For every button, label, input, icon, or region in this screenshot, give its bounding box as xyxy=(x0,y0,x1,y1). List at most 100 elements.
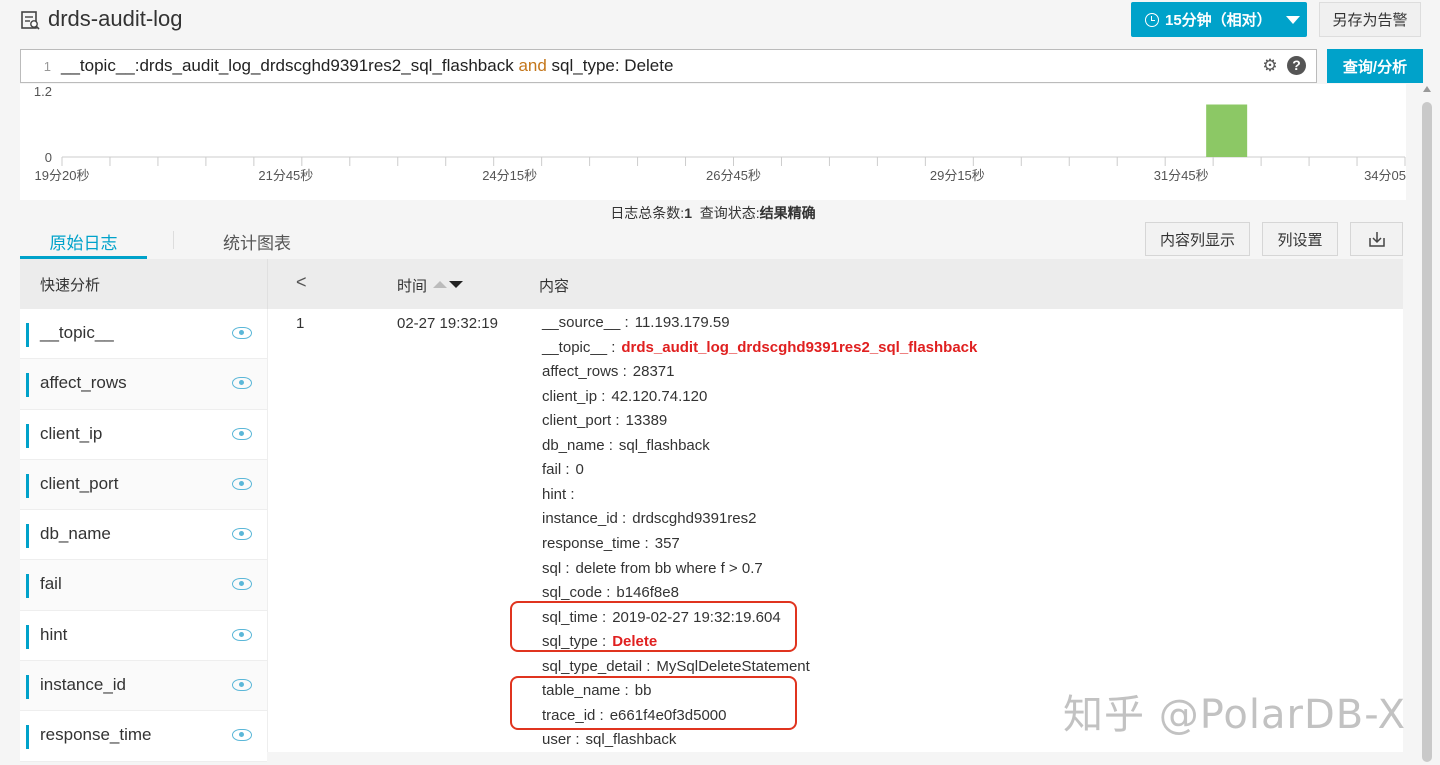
field-name: response_time xyxy=(40,725,152,745)
query-editor[interactable]: 1 __topic__:drds_audit_log_drdscghd9391r… xyxy=(20,49,1317,83)
eye-icon[interactable] xyxy=(232,427,252,440)
log-field-entry: __topic__ : drds_audit_log_drdscghd9391re… xyxy=(542,339,977,356)
log-field-value[interactable]: 28371 xyxy=(633,363,675,380)
log-field-entry: sql : delete from bb where f > 0.7 xyxy=(542,560,763,577)
log-histogram[interactable]: 1.2 0 19分20秒 21分45秒 24分15秒 26分45秒 29分15秒 31分45秒… xyxy=(20,84,1406,200)
log-table-header: < 时间 内容 xyxy=(267,259,1403,309)
time-range-dropdown[interactable]: 15分钟（相对） xyxy=(1131,2,1307,37)
line-number: 1 xyxy=(43,58,51,74)
log-field-entry: response_time : 357 xyxy=(542,535,680,552)
log-field-value[interactable]: 0 xyxy=(576,461,584,478)
log-field-entry: hint : xyxy=(542,486,581,503)
field-item[interactable]: hint xyxy=(20,610,267,662)
log-field-entry: __source__ : 11.193.179.59 xyxy=(542,314,730,331)
log-field-value[interactable]: 42.120.74.120 xyxy=(611,388,707,405)
log-field-entry: client_port : 13389 xyxy=(542,412,667,429)
help-icon[interactable]: ? xyxy=(1287,56,1306,75)
log-field-entry: sql_type_detail : MySqlDeleteStatement xyxy=(542,658,810,675)
eye-icon[interactable] xyxy=(232,628,252,641)
eye-icon[interactable] xyxy=(232,327,252,339)
field-item[interactable]: instance_id xyxy=(20,661,267,712)
download-icon xyxy=(1368,232,1385,247)
content-columns-button[interactable]: 内容列显示 xyxy=(1145,222,1250,256)
log-field-value[interactable]: 13389 xyxy=(626,412,668,429)
sort-icon[interactable] xyxy=(433,280,463,290)
log-field-entry: instance_id : drdscghd9391res2 xyxy=(542,510,757,527)
result-summary: 日志总条数:1 查询状态:结果精确 xyxy=(0,203,1426,223)
row-index: 1 xyxy=(296,315,305,332)
page-title: drds-audit-log xyxy=(48,6,183,31)
field-marker xyxy=(26,323,29,347)
field-item[interactable]: affect_rows xyxy=(20,359,267,410)
time-range-label: 15分钟（相对） xyxy=(1165,12,1272,29)
field-item[interactable]: client_ip xyxy=(20,409,267,460)
log-field-value[interactable]: sql_flashback xyxy=(586,731,677,748)
tab-divider xyxy=(173,231,174,249)
field-item[interactable]: __topic__ xyxy=(20,309,267,360)
eye-icon[interactable] xyxy=(232,377,252,390)
quick-analysis-header: 快速分析 xyxy=(20,259,267,309)
column-settings-button[interactable]: 列设置 xyxy=(1262,222,1338,256)
x-tick-label: 29分15秒 xyxy=(930,168,985,183)
log-field-value[interactable]: drds_audit_log_drdscghd9391res2_sql_flas… xyxy=(621,339,977,356)
log-field-key: instance_id : xyxy=(542,510,627,528)
eye-icon[interactable] xyxy=(232,528,252,541)
log-field-value[interactable]: sql_flashback xyxy=(619,437,710,454)
y-max-label: 1.2 xyxy=(34,84,52,99)
x-tick-label: 26分45秒 xyxy=(706,168,761,183)
search-analyze-button[interactable]: 查询/分析 xyxy=(1327,49,1423,83)
log-field-key: user : xyxy=(542,731,580,749)
field-name: hint xyxy=(40,624,68,644)
query-status-value: 结果精确 xyxy=(759,205,816,221)
scrollbar-thumb[interactable] xyxy=(1422,102,1432,762)
log-field-entry: affect_rows : 28371 xyxy=(542,363,674,380)
log-field-value[interactable]: 357 xyxy=(655,535,680,552)
clock-icon xyxy=(1145,12,1159,27)
total-count-label: 日志总条数: xyxy=(610,205,685,221)
highlight-box-table-trace xyxy=(510,676,797,730)
field-name: fail xyxy=(40,574,62,594)
download-button[interactable] xyxy=(1350,222,1403,256)
save-as-alert-button[interactable]: 另存为告警 xyxy=(1319,2,1421,37)
field-item[interactable]: response_time xyxy=(20,711,267,762)
log-field-key: __topic__ : xyxy=(542,338,616,356)
log-field-value[interactable]: MySqlDeleteStatement xyxy=(656,658,809,675)
field-marker xyxy=(26,675,29,700)
column-time[interactable]: 时间 xyxy=(397,275,427,296)
log-field-value[interactable]: b146f8e8 xyxy=(616,584,679,601)
eye-icon[interactable] xyxy=(232,477,252,490)
field-name: instance_id xyxy=(40,675,127,695)
log-field-key: __source__ : xyxy=(542,314,629,331)
gear-icon[interactable]: ⚙ xyxy=(1261,57,1279,75)
x-tick-label: 24分15秒 xyxy=(482,168,537,183)
tab-raw-logs[interactable]: 原始日志 xyxy=(20,229,147,254)
field-marker xyxy=(26,624,29,649)
log-field-entry: client_ip : 42.120.74.120 xyxy=(542,388,707,405)
log-field-entry: user : sql_flashback xyxy=(542,731,676,748)
collapse-chevron-icon[interactable]: < xyxy=(296,272,307,293)
field-name: client_ip xyxy=(40,423,103,443)
row-time: 02-27 19:32:19 xyxy=(397,315,498,332)
log-field-value[interactable]: 11.193.179.59 xyxy=(635,314,730,331)
log-field-value[interactable]: delete from bb where f > 0.7 xyxy=(576,560,763,577)
log-field-value[interactable]: drdscghd9391res2 xyxy=(632,510,756,527)
tab-stat-charts[interactable]: 统计图表 xyxy=(175,229,339,254)
field-name: affect_rows xyxy=(40,373,127,393)
query-text[interactable]: __topic__:drds_audit_log_drdscghd9391res… xyxy=(57,56,673,76)
log-field-entry: db_name : sql_flashback xyxy=(542,437,710,454)
log-field-key: sql : xyxy=(542,559,570,577)
log-field-key: client_ip : xyxy=(542,387,606,405)
field-item[interactable]: client_port xyxy=(20,459,267,511)
eye-icon[interactable] xyxy=(232,679,252,692)
log-field-key: fail : xyxy=(542,461,570,479)
field-item[interactable]: db_name xyxy=(20,510,267,561)
log-field-entry: sql_code : b146f8e8 xyxy=(542,584,679,601)
log-field-key: sql_type_detail : xyxy=(542,657,651,675)
eye-icon[interactable] xyxy=(232,578,252,591)
log-field-key: hint : xyxy=(542,485,575,503)
field-marker xyxy=(26,725,29,750)
field-item[interactable]: fail xyxy=(20,560,267,611)
eye-icon[interactable] xyxy=(232,729,252,742)
scroll-up-arrow[interactable] xyxy=(1423,86,1431,92)
histogram-bar[interactable] xyxy=(1206,104,1248,158)
